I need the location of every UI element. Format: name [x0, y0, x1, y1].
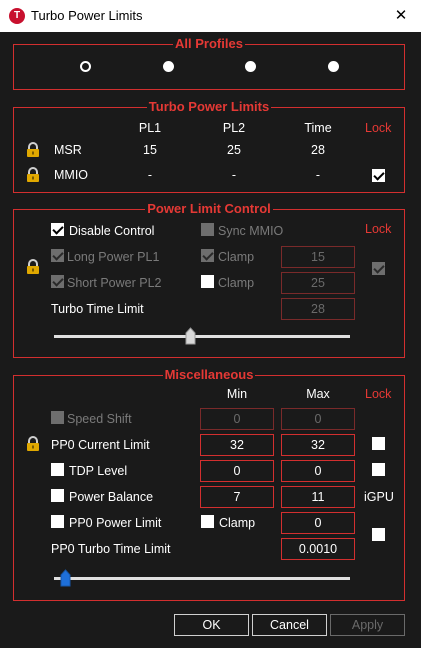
mmio-lock-icon	[27, 167, 39, 182]
window-title: Turbo Power Limits	[31, 8, 143, 23]
turbo-time-limit-label: Turbo Time Limit	[51, 302, 144, 316]
misc-lock-header: Lock	[365, 387, 392, 401]
pp0-power-lock-checkbox[interactable]	[372, 528, 385, 541]
pp0-power-limit-checkbox[interactable]	[51, 515, 64, 528]
disable-control-checkbox[interactable]	[51, 223, 64, 236]
pp0-power-max-input[interactable]	[281, 512, 355, 534]
msr-time-value: 28	[311, 143, 325, 157]
min-header: Min	[226, 387, 248, 401]
turbo-time-limit-input[interactable]	[281, 298, 355, 320]
pp0-power-limit-label: PP0 Power Limit	[69, 516, 162, 530]
power-balance-checkbox[interactable]	[51, 489, 64, 502]
pl2-input[interactable]	[281, 272, 355, 294]
pp0-turbo-time-input[interactable]	[281, 538, 355, 560]
long-power-pl1-checkbox[interactable]	[51, 249, 64, 262]
clamp-pl2-checkbox[interactable]	[201, 275, 214, 288]
msr-lock-icon	[27, 142, 39, 157]
clamp-pl2-label: Clamp	[218, 276, 255, 290]
pp0-current-max-input[interactable]	[281, 434, 355, 456]
power-balance-max-input[interactable]	[281, 486, 355, 508]
short-power-pl2-label: Short Power PL2	[67, 276, 162, 290]
tdp-level-min-input[interactable]	[200, 460, 274, 482]
tdp-level-max-input[interactable]	[281, 460, 355, 482]
cancel-button[interactable]: Cancel	[252, 614, 327, 636]
apply-button[interactable]: Apply	[330, 614, 405, 636]
misc-lock-icon	[27, 436, 39, 451]
profile-radio-4[interactable]	[328, 61, 339, 72]
title-bar: T Turbo Power Limits ✕	[0, 0, 421, 32]
speed-shift-label: Speed Shift	[67, 412, 132, 426]
mmio-label: MMIO	[54, 168, 89, 182]
miscellaneous-title: Miscellaneous	[162, 367, 256, 382]
pl2-header: PL2	[222, 121, 246, 135]
ok-button[interactable]: OK	[174, 614, 249, 636]
mmio-time-value: -	[315, 168, 321, 182]
msr-pl2-value: 25	[227, 143, 241, 157]
profile-radio-3[interactable]	[245, 61, 256, 72]
pp0-current-limit-label: PP0 Current Limit	[51, 438, 150, 452]
turbo-time-slider-thumb[interactable]	[185, 327, 196, 345]
all-profiles-title: All Profiles	[173, 36, 245, 51]
mmio-pl2-value: -	[231, 168, 237, 182]
pp0-clamp-label: Clamp	[219, 516, 256, 530]
pp0-turbo-time-limit-label: PP0 Turbo Time Limit	[51, 542, 171, 556]
speed-shift-min-input[interactable]	[200, 408, 274, 430]
pp0-clamp-checkbox[interactable]	[201, 515, 214, 528]
clamp-pl1-checkbox[interactable]	[201, 249, 214, 262]
sync-mmio-label: Sync MMIO	[218, 224, 284, 238]
mmio-pl1-value: -	[147, 168, 153, 182]
turbo-lock-header: Lock	[365, 121, 392, 135]
long-power-pl1-label: Long Power PL1	[67, 250, 160, 264]
max-header: Max	[306, 387, 330, 401]
short-power-pl2-checkbox[interactable]	[51, 275, 64, 288]
turbo-power-limits-title: Turbo Power Limits	[146, 99, 272, 114]
app-logo-icon: T	[9, 8, 25, 24]
plc-lock-checkbox[interactable]	[372, 262, 385, 275]
close-button[interactable]: ✕	[381, 0, 421, 32]
turbo-time-slider-track[interactable]	[54, 335, 350, 338]
power-balance-min-input[interactable]	[200, 486, 274, 508]
tdp-level-checkbox[interactable]	[51, 463, 64, 476]
power-limit-control-title: Power Limit Control	[145, 201, 273, 216]
clamp-pl1-label: Clamp	[218, 250, 255, 264]
msr-label: MSR	[54, 143, 82, 157]
pp0-current-min-input[interactable]	[200, 434, 274, 456]
profile-radio-2[interactable]	[163, 61, 174, 72]
speed-shift-max-input[interactable]	[281, 408, 355, 430]
disable-control-label: Disable Control	[69, 224, 155, 238]
tdp-level-lock-checkbox[interactable]	[372, 463, 385, 476]
power-balance-label: Power Balance	[69, 490, 154, 504]
pl1-header: PL1	[138, 121, 162, 135]
pl1-input[interactable]	[281, 246, 355, 268]
plc-lock-header: Lock	[365, 222, 392, 236]
all-profiles-group: All Profiles	[13, 36, 405, 90]
profile-radio-1[interactable]	[80, 61, 91, 72]
speed-shift-checkbox[interactable]	[51, 411, 64, 424]
msr-pl1-value: 15	[143, 143, 157, 157]
pp0-turbo-slider-thumb[interactable]	[60, 569, 71, 587]
pp0-current-lock-checkbox[interactable]	[372, 437, 385, 450]
time-header: Time	[304, 121, 332, 135]
sync-mmio-checkbox[interactable]	[201, 223, 214, 236]
tdp-level-label: TDP Level	[69, 464, 128, 478]
igpu-label: iGPU	[364, 490, 394, 504]
pp0-turbo-slider-track[interactable]	[54, 577, 350, 580]
plc-lock-icon	[27, 259, 39, 274]
mmio-lock-checkbox[interactable]	[372, 169, 385, 182]
